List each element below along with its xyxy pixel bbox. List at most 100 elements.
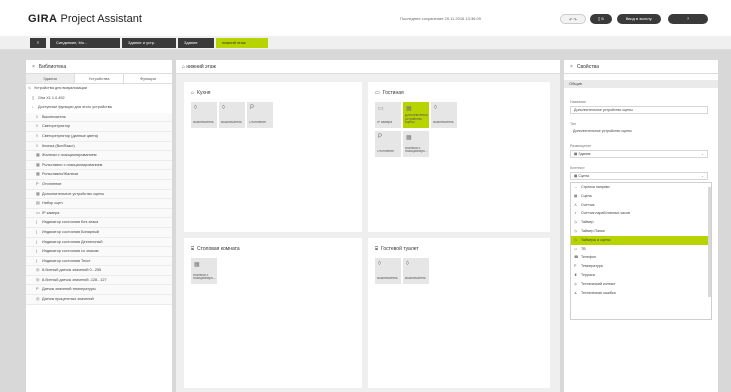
location-select[interactable]: ▦ Здание ⌄ (570, 150, 708, 158)
name-field[interactable]: Дополнительное устройство сцены (570, 106, 708, 114)
help-button[interactable]: ? (668, 14, 708, 24)
function-icon: ▦ (406, 135, 412, 141)
function-icon: ◊ (222, 105, 225, 111)
library-tree-node[interactable]: ▯ Gira X1 1.0.492 (26, 94, 172, 104)
breadcrumb-building[interactable]: Здание (178, 38, 214, 48)
context-option[interactable]: ◑ Счетчик наработанных часов (571, 209, 711, 218)
library-function-item[interactable]: ▦ Жалюзи с позиционированием (26, 151, 172, 161)
context-option[interactable]: ∡ Техническая ошибка (571, 289, 711, 298)
library-function-item[interactable]: ▦ Рольставни/Жалюзи (26, 170, 172, 180)
breadcrumb: ≡ Синдинкин, Мо... Здание и устр. Здание… (0, 36, 731, 50)
library-tree-node[interactable]: ↓ Доступные функции для этого устройства (26, 103, 172, 113)
library-function-item[interactable]: ▭ IP камера (26, 208, 172, 219)
library-function-item[interactable]: P Датчик значений температуры (26, 285, 172, 296)
context-option[interactable]: P Температура (571, 262, 711, 271)
library-function-item[interactable]: ◎ 8-битный датчик значений -128...127 (26, 275, 172, 286)
breadcrumb-project[interactable]: Синдинкин, Мо... (50, 38, 120, 48)
item-label: IP камера (42, 210, 60, 215)
breadcrumb-floor[interactable]: нижний этаж (216, 38, 268, 48)
function-tile[interactable]: ◊ Выключатель (403, 258, 429, 284)
item-label: Датчик значений температуры (42, 287, 96, 292)
function-tile[interactable]: ▦ Жалюзи с позициониро... (403, 131, 429, 157)
option-icon: ◷ (574, 228, 578, 233)
context-option[interactable]: ◷ Таймеры и сцены (571, 235, 711, 245)
function-icon: ◊ (194, 105, 197, 111)
function-tile[interactable]: ▦ Дополнительное устройство сцены (403, 102, 429, 128)
library-function-item[interactable]: ◎ Датчик процентных значений (26, 295, 172, 305)
tab-devices[interactable]: Устройства (75, 74, 124, 83)
context-option[interactable]: ☎ Телефон (571, 253, 711, 262)
option-label: Стрелка направо (581, 185, 610, 189)
room-guest-wc[interactable]: ⌸ Гостевой туалет ◊ Выключатель ◊ Выключатель (368, 238, 550, 388)
function-tile[interactable]: ◊ Выключатель (375, 258, 401, 284)
close-icon[interactable]: × (32, 64, 35, 70)
library-function-item[interactable]: | Индикатор состояния Без знака (26, 218, 172, 228)
option-label: ТВ (581, 246, 586, 251)
function-icon: ◊ (434, 105, 437, 111)
function-tile[interactable]: ◊ Выключатель (219, 102, 245, 128)
function-tile[interactable]: P Отопление (375, 131, 401, 157)
undo-redo-buttons[interactable]: ↶ ↷ (560, 14, 586, 24)
item-label: Выключатель (42, 114, 66, 119)
context-option[interactable]: ▭ ТВ (571, 245, 711, 254)
option-label: Таймер (581, 220, 594, 225)
name-label: Название (570, 100, 587, 104)
device-count-button[interactable]: ▯ Б (590, 14, 612, 24)
library-function-item[interactable]: P Отопление (26, 179, 172, 190)
library-function-item[interactable]: ◊ Кнопка (Вкл/Выкл) (26, 141, 172, 152)
option-label: Счетчик (581, 202, 595, 207)
breadcrumb-building-devices[interactable]: Здание и устр. (122, 38, 176, 48)
type-value: Дополнительное устройство сцены (570, 128, 708, 136)
context-option[interactable]: ▦ Сцена (571, 192, 711, 201)
tile-label: Выключатель (193, 121, 214, 125)
library-function-item[interactable]: ▤ Набор сцен (26, 199, 172, 209)
room-kitchen[interactable]: ⌂ Кухня ◊ Выключатель ◊ Выключатель P Отопление (184, 82, 362, 232)
function-tile[interactable]: ◊ Выключатель (431, 102, 457, 128)
library-function-item[interactable]: ◎ 8-битный датчик значений 0...255 (26, 266, 172, 276)
close-icon[interactable]: × (570, 64, 573, 70)
function-tile[interactable]: ▦ Жалюзи с позициониро... (191, 258, 217, 284)
tile-label: Выключатель (405, 277, 426, 281)
library-function-item[interactable]: | Индикатор состояния Бинарный (26, 227, 172, 238)
room-living[interactable]: ▭Гостиная▭IP камера▦Дополнительное устро… (368, 82, 550, 232)
context-option[interactable]: ◷ Таймер (571, 218, 711, 227)
function-tile[interactable]: ▭ IP камера (375, 102, 401, 128)
library-function-item[interactable]: | Индикатор состояния Десятичный (26, 237, 172, 248)
room-dining[interactable]: ⌸ Столовая комната ▦ Жалюзи с позициониро..… (184, 238, 362, 388)
function-icon: P (250, 105, 255, 111)
context-option[interactable]: ♙ Счетчик (571, 201, 711, 210)
menu-button[interactable]: ≡ (30, 38, 46, 48)
room-title: ⌂ Кухня (191, 90, 210, 96)
option-icon: P (574, 264, 577, 269)
context-select[interactable]: ▦ Сцена ⌄ (570, 172, 708, 180)
function-icon: P (378, 134, 383, 140)
library-tree-node[interactable]: ⊂ Устройства для визуализации (26, 84, 172, 94)
context-option[interactable]: ↔ Стрелка направо (571, 183, 711, 192)
room-icon: ⌸ (375, 246, 379, 252)
item-label: 8-битный датчик значений -128...127 (42, 277, 107, 282)
tile-label: Жалюзи с позициониро... (193, 273, 216, 281)
library-function-item[interactable]: ▦ Дополнительное устройство сцены (26, 189, 172, 200)
library-function-item[interactable]: | Индикатор состояния со знаком (26, 247, 172, 257)
properties-panel: × Свойства Общие Название Дополнительное … (564, 60, 718, 392)
tile-label: Жалюзи с позициониро... (405, 146, 428, 154)
function-tile[interactable]: P Отопление (247, 102, 273, 128)
library-function-item[interactable]: ◊ Светорегулятор (26, 122, 172, 132)
context-option[interactable]: ◷ Таймер Папка (571, 227, 711, 236)
item-label: Датчик процентных значений (42, 297, 94, 302)
context-option[interactable]: ◎ Технический контакт (571, 280, 711, 289)
tab-buildings[interactable]: Здания (26, 74, 75, 83)
item-label: Светорегулятор (данные цвета) (42, 133, 99, 138)
library-function-item[interactable]: ▦ Рольставни с позиционированием (26, 160, 172, 171)
option-label: Технический контакт (581, 281, 616, 286)
dropdown-scrollbar[interactable] (708, 187, 711, 297)
library-function-item[interactable]: | Индикатор состояния Текст (26, 256, 172, 267)
library-function-item[interactable]: ◊ Светорегулятор (данные цвета) (26, 131, 172, 142)
context-label: Контекст (570, 166, 585, 170)
context-option[interactable]: ♜ Терраса (571, 271, 711, 280)
tab-functions[interactable]: Функции (124, 74, 172, 83)
option-label: Температура (581, 264, 603, 269)
function-tile[interactable]: ◊ Выключатель (191, 102, 217, 128)
commissioning-button[interactable]: Ввод в эксплу. (617, 14, 661, 24)
library-function-item[interactable]: ◊ Выключатель (26, 112, 172, 123)
